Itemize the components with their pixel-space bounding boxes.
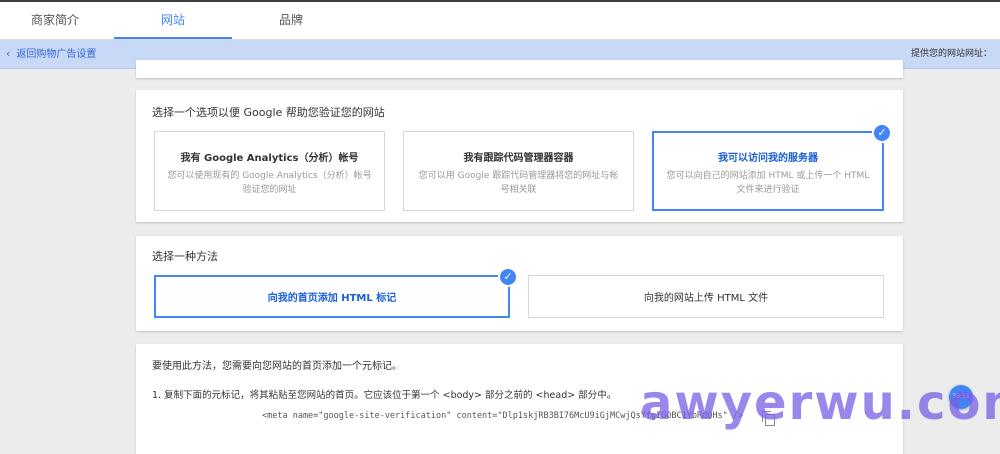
check-icon: ✓ (872, 123, 892, 143)
check-icon: ✓ (498, 267, 518, 287)
method-label: 向我的首页添加 HTML 标记 (267, 293, 397, 304)
option-title: 我有 Google Analytics（分析）帐号 (180, 153, 359, 164)
option-google-analytics[interactable]: 我有 Google Analytics（分析）帐号 您可以使用现有的 Googl… (154, 131, 385, 211)
instructions-step-1: 1. 复制下面的元标记，将其粘贴至您网站的首页。它应该位于第一个 <body> … (152, 390, 617, 401)
tab-merchant-profile[interactable]: 商家简介 (0, 2, 110, 39)
option-description: 您可以向自己的网站添加 HTML 或上传一个 HTML 文件来进行验证 (666, 171, 870, 195)
option-server-access[interactable]: 我可以访问我的服务器 您可以向自己的网站添加 HTML 或上传一个 HTML 文… (652, 131, 884, 211)
method-card-title: 选择一种方法 (152, 250, 218, 263)
previous-card (136, 60, 903, 78)
option-title: 我有跟踪代码管理器容器 (463, 153, 574, 164)
back-link[interactable]: ‹ 返回购物广告设置 (6, 40, 96, 69)
tab-bar: 商家简介 网站 品牌 (0, 2, 1000, 40)
chevron-left-icon: ‹ (6, 47, 11, 60)
option-tag-manager[interactable]: 我有跟踪代码管理器容器 您可以用 Google 跟踪代码管理器将您的网址与帐号相… (403, 131, 634, 211)
provide-url-label: 提供您的网站网址： (910, 49, 992, 59)
instructions-intro: 要使用此方法，您需要向您网站的首页添加一个元标记。 (152, 361, 402, 372)
option-description: 您可以使用现有的 Google Analytics（分析）帐号验证您的网址 (167, 171, 372, 195)
watermark: awyerwu.com (640, 375, 1000, 431)
method-card: 选择一种方法 向我的首页添加 HTML 标记 ✓ 向我的网站上传 HTML 文件 (136, 236, 903, 331)
back-link-label: 返回购物广告设置 (16, 49, 97, 60)
method-label: 向我的网站上传 HTML 文件 (643, 293, 769, 304)
verify-card-title: 选择一个选项以便 Google 帮助您验证您的网站 (152, 106, 385, 119)
method-upload-html-file[interactable]: 向我的网站上传 HTML 文件 (528, 275, 884, 318)
method-add-html-tag[interactable]: 向我的首页添加 HTML 标记 (154, 275, 510, 318)
tab-label: 品牌 (278, 13, 303, 27)
option-title: 我可以访问我的服务器 (718, 153, 818, 164)
tab-website[interactable]: 网站 (114, 2, 232, 39)
tab-label: 商家简介 (30, 13, 79, 27)
verify-options-card: 选择一个选项以便 Google 帮助您验证您的网站 我有 Google Anal… (136, 90, 903, 222)
option-description: 您可以用 Google 跟踪代码管理器将您的网址与帐号相关联 (418, 171, 619, 195)
tab-brand[interactable]: 品牌 (232, 2, 350, 39)
tab-label: 网站 (160, 13, 185, 27)
